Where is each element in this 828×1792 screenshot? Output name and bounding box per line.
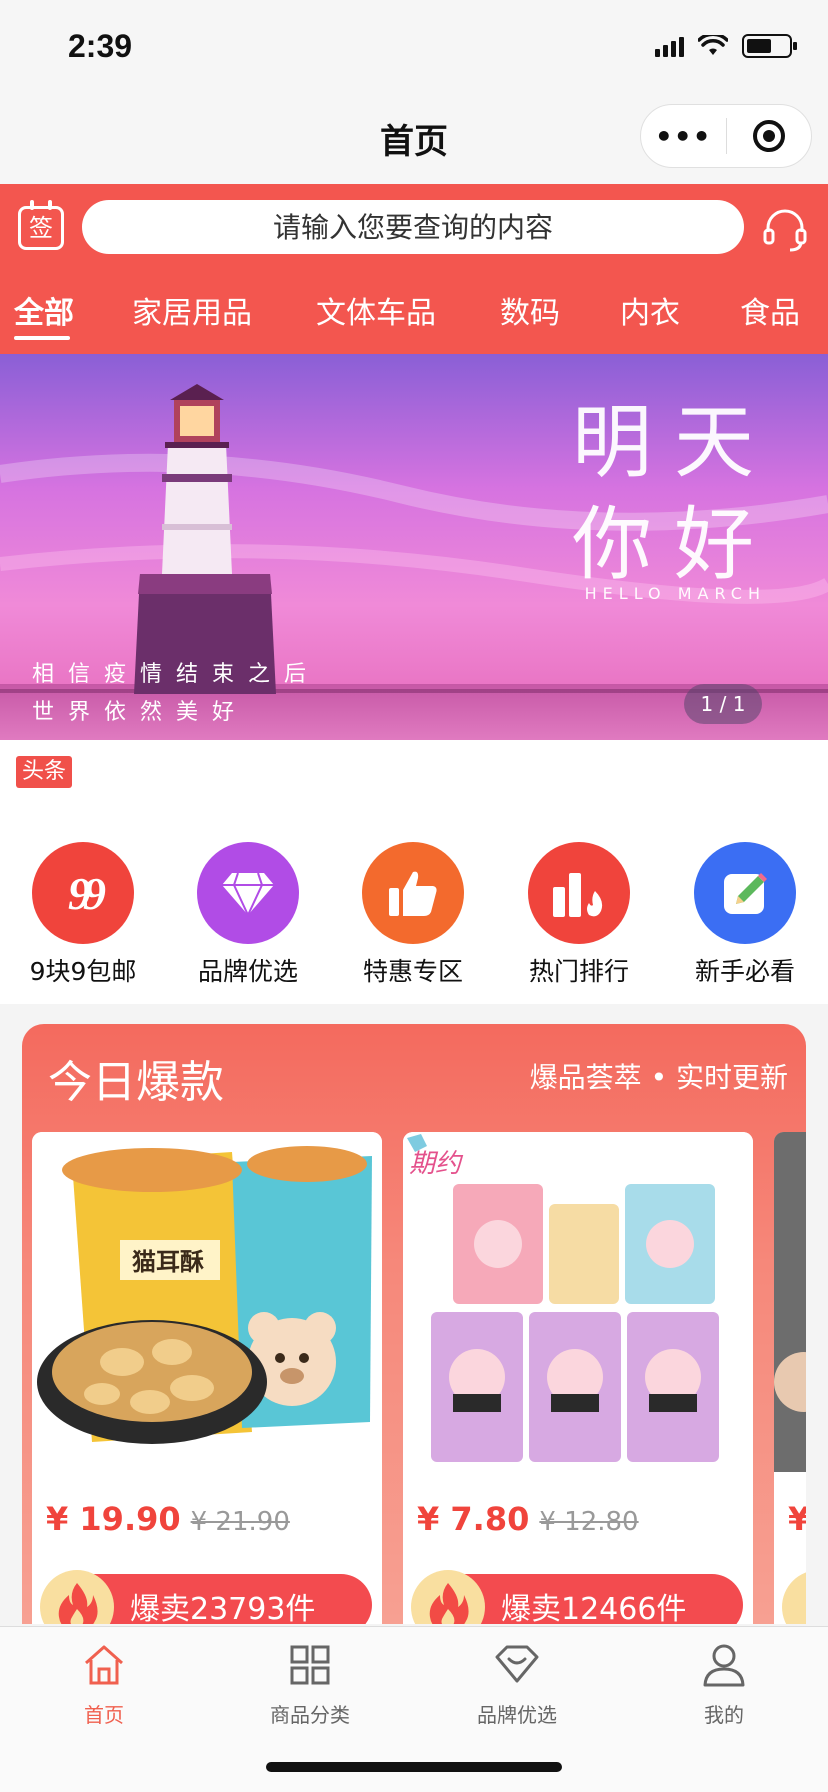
status-icons — [655, 34, 797, 58]
home-icon — [85, 1645, 123, 1685]
more-menu-button[interactable]: ••• — [641, 120, 726, 153]
tab-digital[interactable]: 数码 — [500, 288, 560, 332]
brand-logo: 期约 — [409, 1149, 464, 1179]
flame-icon — [782, 1570, 806, 1624]
profile-icon — [703, 1644, 745, 1687]
wifi-icon — [698, 35, 728, 55]
product-image: 猫耳酥 — [32, 1132, 382, 1472]
customer-service-icon[interactable] — [760, 204, 810, 254]
entry-beginner-guide[interactable]: 新手必看 — [670, 842, 820, 988]
product-card[interactable]: 猫耳酥 ¥ 19.90 ¥ 21.90 爆卖23793件 — [32, 1132, 382, 1624]
sold-count-pill: 爆卖12466件 — [411, 1570, 743, 1624]
grid-icon — [290, 1645, 330, 1685]
tab-underwear[interactable]: 内衣 — [620, 288, 680, 332]
entry-9-9-free-shipping[interactable]: 99 9块9包邮 — [8, 842, 158, 988]
sold-count: 爆卖23793件 — [130, 1592, 316, 1624]
edit-note-icon — [694, 842, 796, 944]
section-subtitle: 爆品荟萃 • 实时更新 — [529, 1061, 788, 1094]
thumbs-up-icon — [362, 842, 464, 944]
close-mini-program-button[interactable] — [727, 120, 812, 152]
tab-stationery-auto[interactable]: 文体车品 — [316, 288, 436, 332]
nine-nine-icon: 99 — [32, 842, 134, 944]
status-bar: 2:39 — [0, 0, 828, 96]
diamond-icon — [197, 842, 299, 944]
search-input[interactable] — [82, 200, 744, 254]
product-image — [774, 1132, 806, 1472]
original-price: ¥ 12.80 — [539, 1507, 639, 1537]
entry-special-offers[interactable]: 特惠专区 — [338, 842, 488, 988]
entry-hot-ranking[interactable]: 热门排行 — [504, 842, 654, 988]
banner-headline: 明天 你好 — [572, 396, 776, 591]
target-icon — [752, 120, 785, 152]
product-image: 期约 — [403, 1132, 753, 1472]
nav-bar: 首页 ••• — [0, 96, 828, 184]
sign-in-icon[interactable]: 签 — [18, 200, 64, 250]
today-hot-section: 今日爆款 爆品荟萃 • 实时更新 猫耳酥 ¥ 19.90 ¥ 21.90 爆卖2… — [22, 1024, 806, 1624]
price: ¥ — [788, 1500, 806, 1538]
original-price: ¥ 21.90 — [190, 1507, 290, 1537]
tabbar-home[interactable]: 首页 — [24, 1641, 184, 1728]
banner-english-text: HELLO MARCH — [584, 584, 766, 603]
flame-icon — [40, 1570, 114, 1624]
mini-program-capsule: ••• — [640, 104, 812, 168]
tabbar-profile[interactable]: 我的 — [644, 1641, 804, 1728]
tabbar-categories[interactable]: 商品分类 — [230, 1641, 390, 1728]
header: 签 全部 家居用品 文体车品 数码 内衣 食品 — [0, 184, 828, 354]
price: ¥ 19.90 — [46, 1500, 181, 1538]
category-tabs: 全部 家居用品 文体车品 数码 内衣 食品 — [0, 284, 828, 354]
product-card[interactable]: ¥ — [774, 1132, 806, 1624]
pack-label: 猫耳酥 — [132, 1248, 204, 1276]
active-tab-indicator — [14, 336, 70, 340]
home-indicator — [266, 1762, 562, 1772]
tabbar-brand-select[interactable]: 品牌优选 — [437, 1641, 597, 1728]
tab-food[interactable]: 食品 — [740, 288, 800, 332]
status-time: 2:39 — [68, 28, 133, 64]
tab-all[interactable]: 全部 — [14, 288, 74, 332]
flame-icon — [411, 1570, 485, 1624]
quick-entry-grid: 99 9块9包邮 品牌优选 特惠专区 热门排行 新手必看 — [0, 810, 828, 1004]
entry-brand-select[interactable]: 品牌优选 — [173, 842, 323, 988]
price-row: ¥ — [788, 1500, 806, 1538]
headline-badge: 头条 — [16, 756, 73, 788]
battery-icon — [742, 34, 797, 58]
headline-row[interactable]: 头条 — [0, 740, 828, 810]
banner-carousel[interactable]: 明天 你好 HELLO MARCH 相信疫情结束之后 世界依然美好 1 / 1 — [0, 354, 828, 740]
signal-icon — [655, 35, 684, 57]
brand-diamond-icon — [495, 1645, 539, 1683]
sold-count-pill: 爆卖23793件 — [40, 1570, 372, 1624]
sold-count: 爆卖12466件 — [501, 1592, 687, 1624]
product-card[interactable]: 期约 ¥ 7.80 ¥ 12.80 爆卖12466件 — [403, 1132, 753, 1624]
price-row: ¥ 7.80 ¥ 12.80 — [417, 1500, 639, 1538]
ranking-bars-icon — [528, 842, 630, 944]
banner-caption: 相信疫情结束之后 世界依然美好 — [32, 662, 321, 725]
price-row: ¥ 19.90 ¥ 21.90 — [46, 1500, 290, 1538]
banner-page-indicator: 1 / 1 — [684, 684, 762, 724]
sold-count-pill — [782, 1570, 806, 1624]
price: ¥ 7.80 — [417, 1500, 530, 1538]
section-title: 今日爆款 — [48, 1057, 224, 1108]
tab-home-goods[interactable]: 家居用品 — [132, 288, 252, 332]
